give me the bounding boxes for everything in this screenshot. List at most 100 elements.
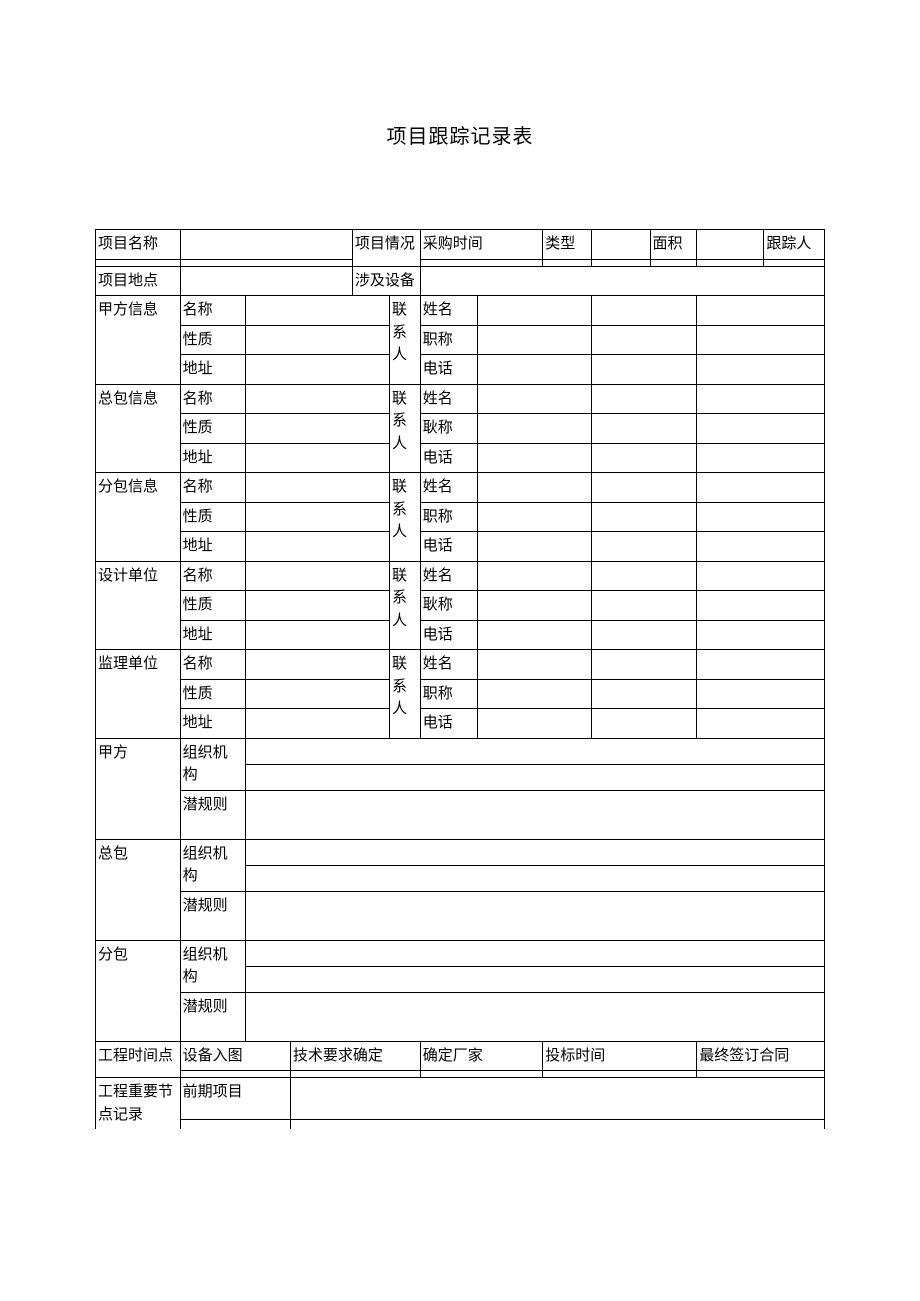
label-org-a: 甲方 bbox=[96, 738, 181, 839]
value-org-sub-struct-2 bbox=[245, 966, 824, 992]
value-gen-ptitle-2 bbox=[592, 414, 697, 444]
value-sup-ptitle-3 bbox=[697, 679, 825, 709]
value-sub-name bbox=[245, 473, 389, 503]
value-party-a-pname-2 bbox=[592, 296, 697, 326]
label-sub-addr: 地址 bbox=[180, 532, 245, 562]
value-sub-pname bbox=[478, 473, 592, 503]
value-equipment bbox=[420, 266, 824, 296]
label-purchase-time: 采购时间 bbox=[420, 230, 543, 260]
doc-title: 项目跟踪记录表 bbox=[95, 120, 825, 149]
value-org-gen-struct bbox=[245, 839, 824, 865]
label-gen-name: 名称 bbox=[180, 384, 245, 414]
label-equipment: 涉及设备 bbox=[352, 266, 420, 296]
value-org-a-struct bbox=[245, 738, 824, 764]
value-sup-pname-3 bbox=[697, 650, 825, 680]
label-des-addr: 地址 bbox=[180, 620, 245, 650]
value-org-sub-struct bbox=[245, 940, 824, 966]
value-sup-nature bbox=[245, 679, 389, 709]
label-timeline: 工程时间点 bbox=[96, 1041, 181, 1078]
label-sup: 监理单位 bbox=[96, 650, 181, 739]
value-project-location bbox=[180, 266, 352, 296]
value-milestone-prev bbox=[290, 1078, 824, 1120]
label-party-a-pname: 姓名 bbox=[420, 296, 478, 326]
label-gen-pname: 姓名 bbox=[420, 384, 478, 414]
value-sub-pname-2 bbox=[592, 473, 697, 503]
value-party-a-phone-3 bbox=[697, 355, 825, 385]
value-milestone-2b bbox=[290, 1120, 824, 1129]
value-sup-addr bbox=[245, 709, 389, 739]
value-area-2 bbox=[650, 259, 697, 266]
label-sub: 分包信息 bbox=[96, 473, 181, 562]
value-gen-phone bbox=[478, 443, 592, 473]
label-org-sub: 分包 bbox=[96, 940, 181, 1041]
label-party-a: 甲方信息 bbox=[96, 296, 181, 385]
value-timeline-vendor bbox=[420, 1071, 543, 1078]
value-sup-pname bbox=[478, 650, 592, 680]
value-sub-addr bbox=[245, 532, 389, 562]
label-sub-contact: 联系人 bbox=[390, 473, 421, 562]
label-timeline-final: 最终签订合同 bbox=[697, 1041, 825, 1071]
label-party-a-nature: 性质 bbox=[180, 325, 245, 355]
value-party-a-phone-2 bbox=[592, 355, 697, 385]
label-timeline-tech: 技术要求确定 bbox=[290, 1041, 420, 1071]
value-area bbox=[697, 230, 764, 260]
label-type: 类型 bbox=[543, 230, 592, 260]
value-des-ptitle-2 bbox=[592, 591, 697, 621]
label-org-sub-struct: 组织机构 bbox=[180, 940, 245, 992]
label-project-info: 项目情况 bbox=[352, 230, 420, 267]
value-gen-ptitle-3 bbox=[697, 414, 825, 444]
label-timeline-vendor: 确定厂家 bbox=[420, 1041, 543, 1071]
tracking-table: 项目名称 项目情况 采购时间 类型 面积 跟踪人 项目地点 涉及设备 bbox=[95, 229, 825, 1129]
value-des-phone bbox=[478, 620, 592, 650]
value-des-addr bbox=[245, 620, 389, 650]
value-party-a-ptitle-3 bbox=[697, 325, 825, 355]
label-des: 设计单位 bbox=[96, 561, 181, 650]
label-project-name: 项目名称 bbox=[96, 230, 181, 260]
value-org-a-rule bbox=[245, 790, 824, 839]
label-sup-addr: 地址 bbox=[180, 709, 245, 739]
value-project-name-cont bbox=[96, 259, 181, 266]
value-des-pname bbox=[478, 561, 592, 591]
label-des-contact: 联系人 bbox=[390, 561, 421, 650]
value-timeline-bid bbox=[543, 1071, 697, 1078]
value-purchase-time bbox=[420, 259, 543, 266]
value-sub-phone-2 bbox=[592, 532, 697, 562]
value-party-a-pname-3 bbox=[697, 296, 825, 326]
value-org-a-struct-2 bbox=[245, 764, 824, 790]
value-type bbox=[592, 230, 650, 260]
label-des-nature: 性质 bbox=[180, 591, 245, 621]
label-party-a-phone: 电话 bbox=[420, 355, 478, 385]
value-des-phone-2 bbox=[592, 620, 697, 650]
value-des-pname-2 bbox=[592, 561, 697, 591]
label-sub-pname: 姓名 bbox=[420, 473, 478, 503]
label-gen-addr: 地址 bbox=[180, 443, 245, 473]
label-des-pname: 姓名 bbox=[420, 561, 478, 591]
label-area: 面积 bbox=[650, 230, 697, 260]
value-des-ptitle bbox=[478, 591, 592, 621]
value-gen-pname-2 bbox=[592, 384, 697, 414]
label-gen-phone: 电话 bbox=[420, 443, 478, 473]
value-des-nature bbox=[245, 591, 389, 621]
label-sub-name: 名称 bbox=[180, 473, 245, 503]
label-milestone: 工程重要节点记录 bbox=[96, 1078, 181, 1130]
label-des-ptitle: 耿称 bbox=[420, 591, 478, 621]
value-timeline-final bbox=[697, 1071, 825, 1078]
value-timeline-equip bbox=[180, 1071, 290, 1078]
value-party-a-nature bbox=[245, 325, 389, 355]
value-sup-name bbox=[245, 650, 389, 680]
label-party-a-contact: 联系人 bbox=[390, 296, 421, 385]
label-gen: 总包信息 bbox=[96, 384, 181, 473]
label-timeline-bid: 投标时间 bbox=[543, 1041, 697, 1071]
label-sub-phone: 电话 bbox=[420, 532, 478, 562]
value-org-gen-struct-2 bbox=[245, 865, 824, 891]
label-sub-ptitle: 职称 bbox=[420, 502, 478, 532]
value-party-a-addr bbox=[245, 355, 389, 385]
label-sup-name: 名称 bbox=[180, 650, 245, 680]
value-party-a-ptitle-2 bbox=[592, 325, 697, 355]
value-sub-ptitle-3 bbox=[697, 502, 825, 532]
value-sub-phone-3 bbox=[697, 532, 825, 562]
label-party-a-name: 名称 bbox=[180, 296, 245, 326]
value-org-sub-rule bbox=[245, 992, 824, 1041]
label-des-name: 名称 bbox=[180, 561, 245, 591]
value-tracker bbox=[764, 259, 825, 266]
